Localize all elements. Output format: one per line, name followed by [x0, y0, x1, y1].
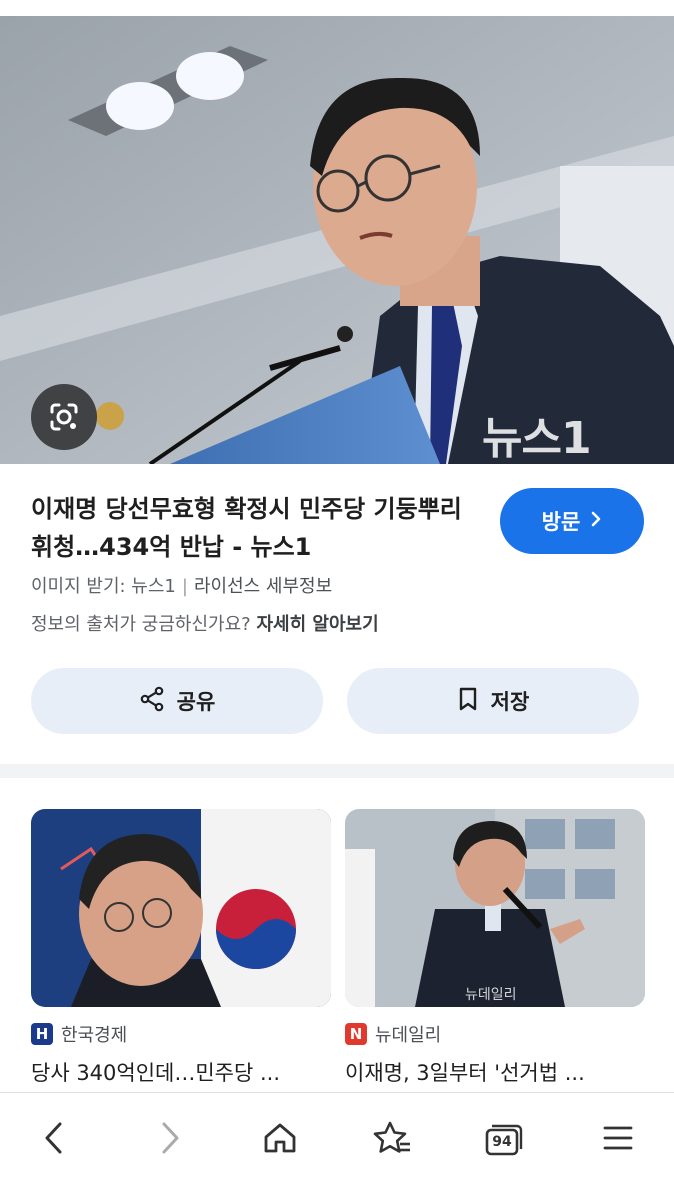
license-details-link[interactable]: 라이선스 세부정보	[194, 576, 332, 597]
learn-more-link[interactable]: 자세히 알아보기	[256, 614, 378, 635]
save-label: 저장	[490, 690, 530, 714]
status-area	[0, 0, 674, 16]
hankyung-logo-icon: H	[31, 1023, 53, 1045]
meta-separator: |	[181, 576, 188, 597]
save-button[interactable]: 저장	[347, 668, 639, 734]
related-title[interactable]: 이재명, 3일부터 '선거법 ...	[345, 1057, 635, 1087]
tabs-count: 94	[492, 1134, 512, 1150]
related-source: H 한국경제	[31, 1021, 331, 1047]
camera-lens-icon	[47, 400, 81, 434]
bookmark-icon	[457, 686, 479, 717]
related-card[interactable]: 뉴데일리 N 뉴데일리 이재명, 3일부터 '선거법 ...	[345, 809, 645, 1087]
home-button[interactable]	[250, 1115, 310, 1165]
related-source-name: 한국경제	[61, 1025, 128, 1046]
forward-button[interactable]	[140, 1115, 200, 1165]
home-icon	[262, 1120, 298, 1160]
bookmark-star-icon	[372, 1120, 412, 1160]
forward-icon	[158, 1120, 182, 1160]
source-question: 정보의 출처가 궁금하신가요?	[31, 614, 251, 635]
back-button[interactable]	[24, 1115, 84, 1165]
svg-text:뉴데일리: 뉴데일리	[465, 987, 517, 1003]
related-card[interactable]: H 한국경제 당사 340억인데…민주당 ...	[31, 809, 331, 1087]
bookmarks-button[interactable]	[362, 1115, 422, 1165]
lens-search-button[interactable]	[31, 384, 97, 450]
back-icon	[42, 1120, 66, 1160]
share-label: 공유	[176, 690, 216, 714]
newdaily-logo-icon: N	[345, 1023, 367, 1045]
section-divider	[0, 764, 674, 778]
tabs-button[interactable]: 94	[474, 1115, 534, 1165]
share-icon	[139, 686, 165, 717]
image-source: 이미지 받기: 뉴스1	[31, 576, 176, 597]
image-meta: 이미지 받기: 뉴스1 | 라이선스 세부정보	[31, 572, 332, 598]
hero-image[interactable]: 뉴스1	[0, 16, 674, 464]
menu-button[interactable]	[588, 1115, 648, 1165]
source-info: 정보의 출처가 궁금하신가요? 자세히 알아보기	[31, 610, 379, 636]
chevron-right-icon	[590, 509, 602, 533]
related-source: N 뉴데일리	[345, 1021, 645, 1047]
menu-icon	[602, 1123, 634, 1157]
browser-bottom-nav: 94	[0, 1092, 674, 1200]
news-watermark: 뉴스1	[482, 413, 592, 464]
result-title[interactable]: 이재명 당선무효형 확정시 민주당 기둥뿌리 휘청…434억 반납 - 뉴스1	[31, 490, 471, 566]
visit-button[interactable]: 방문	[500, 488, 644, 554]
result-info-panel: 이재명 당선무효형 확정시 민주당 기둥뿌리 휘청…434억 반납 - 뉴스1 …	[0, 464, 674, 764]
visit-label: 방문	[541, 510, 581, 534]
related-source-name: 뉴데일리	[375, 1025, 442, 1046]
related-title[interactable]: 당사 340억인데…민주당 ...	[31, 1057, 321, 1087]
share-button[interactable]: 공유	[31, 668, 323, 734]
related-thumbnail[interactable]	[31, 809, 331, 1007]
tabs-icon: 94	[484, 1123, 524, 1157]
related-thumbnail[interactable]: 뉴데일리	[345, 809, 645, 1007]
